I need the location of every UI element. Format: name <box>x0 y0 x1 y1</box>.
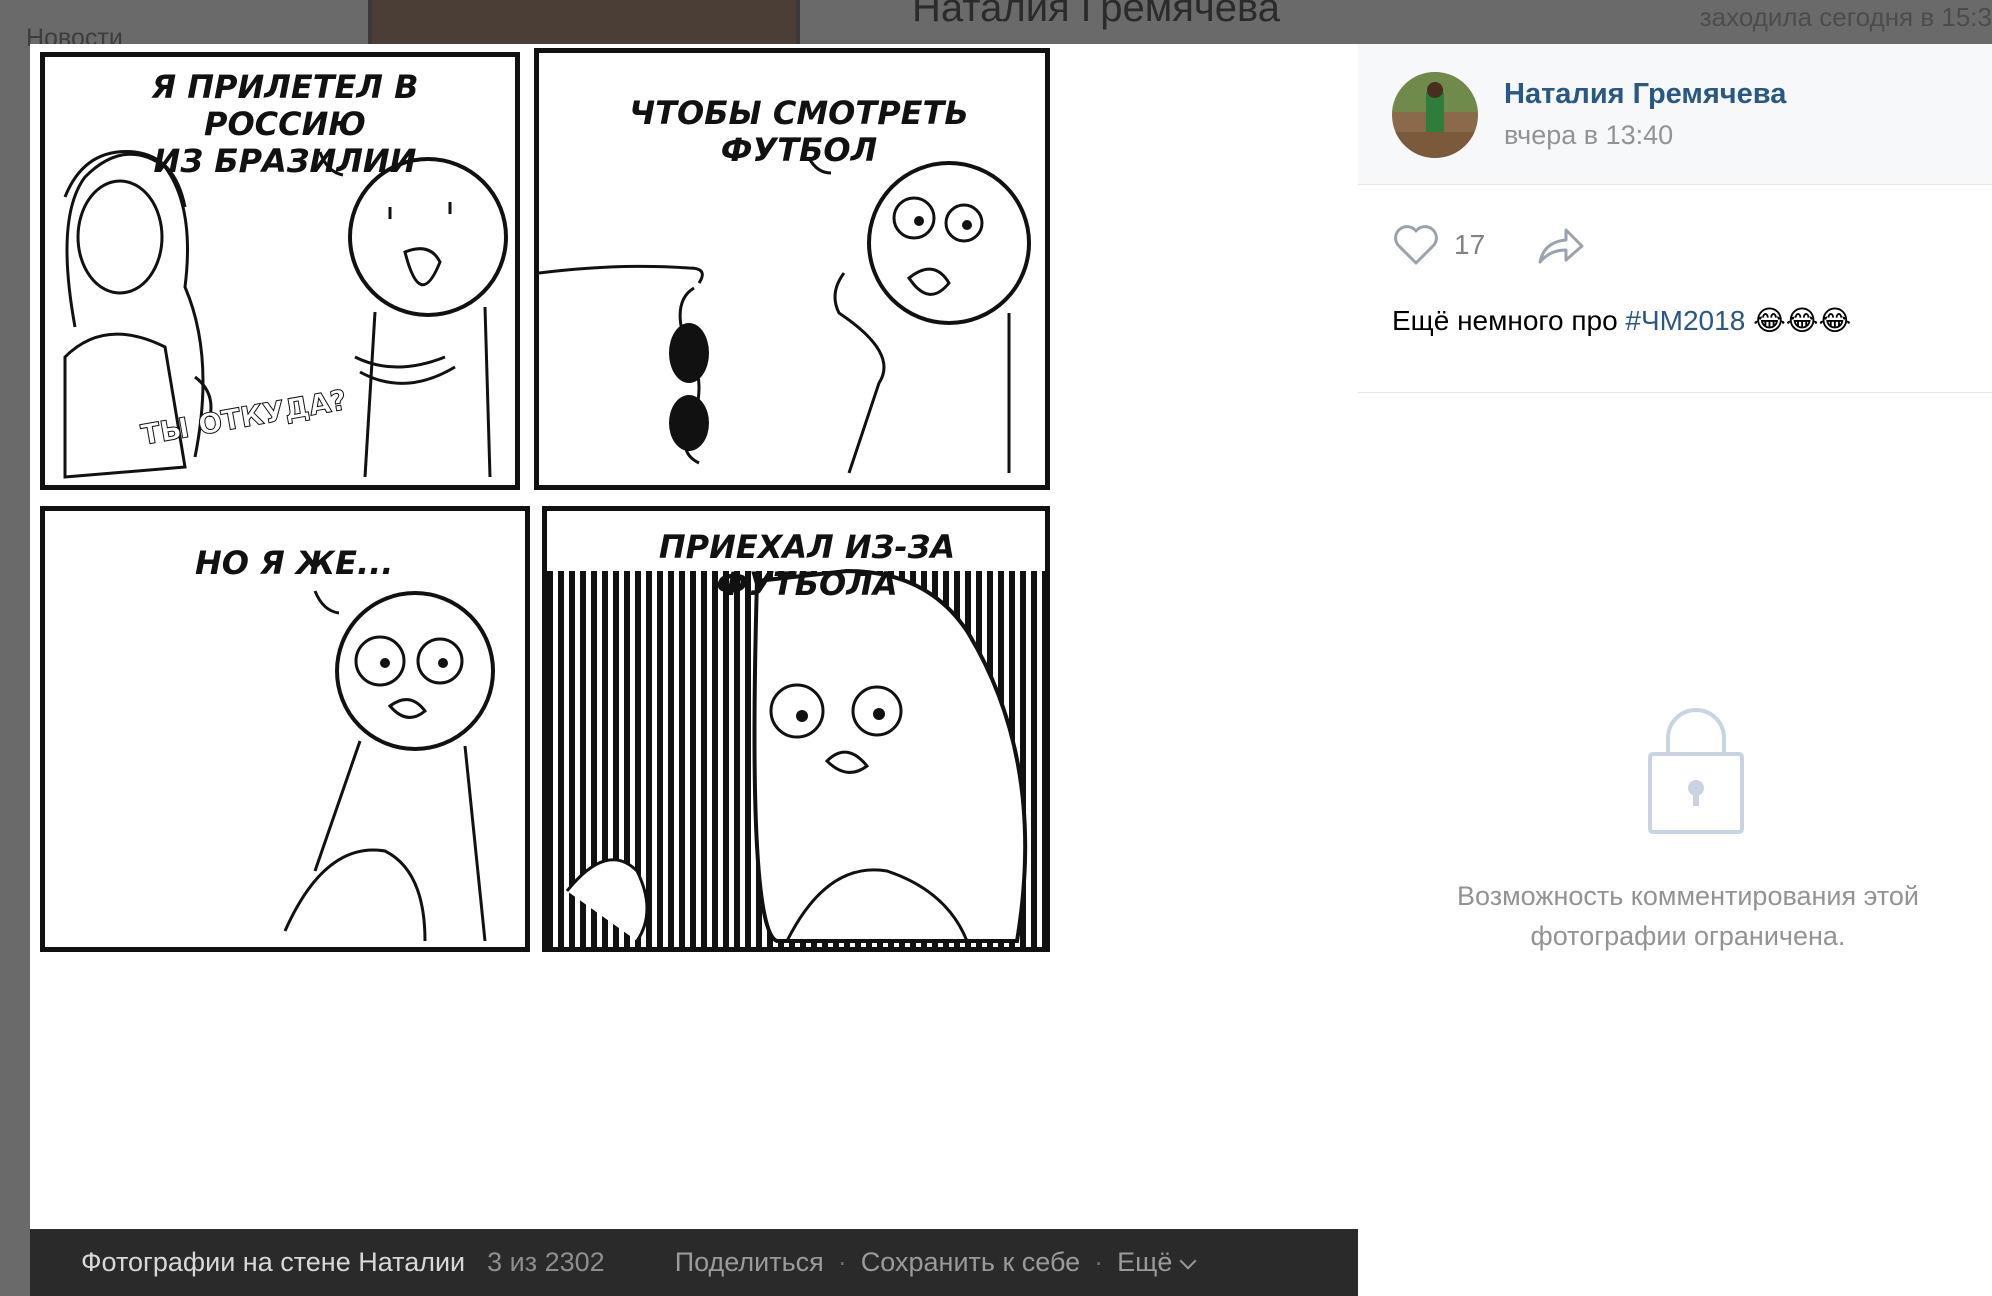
comic-panel-4: ПРИЕХАЛ ИЗ-ЗА ФУТБОЛА <box>542 506 1050 952</box>
last-seen-status: заходила сегодня в 15:3 <box>1699 2 1992 32</box>
panel1-caption: Я ПРИЛЕТЕЛ В РОССИЮ ИЗ БРАЗИЛИИ <box>151 68 419 180</box>
profile-cover-image <box>368 0 800 44</box>
comic-panel-2: ЧТОБЫ СМОТРЕТЬ ФУТБОЛ <box>534 48 1050 490</box>
separator-dot: · <box>1094 1247 1104 1277</box>
hashtag-link[interactable]: #ЧМ2018 <box>1625 305 1745 336</box>
photo[interactable]: Я ПРИЛЕТЕЛ В РОССИЮ ИЗ БРАЗИЛИИ ТЫ ОТКУД… <box>30 44 1358 1229</box>
post-text: Ещё немного про #ЧМ2018 😂😂😂 <box>1392 304 1851 337</box>
footer-actions: Поделиться · Сохранить к себе · Ещё <box>675 1247 1197 1278</box>
share-arrow-icon <box>1538 228 1584 264</box>
chevron-down-icon <box>1179 1252 1197 1270</box>
post-time[interactable]: вчера в 13:40 <box>1504 120 1673 151</box>
panel4-caption: ПРИЕХАЛ ИЗ-ЗА ФУТБОЛА <box>658 528 956 603</box>
save-to-self-action[interactable]: Сохранить к себе <box>861 1247 1080 1278</box>
separator-dot: · <box>837 1247 847 1277</box>
avatar-image <box>1392 72 1478 158</box>
photo-viewer: Я ПРИЛЕТЕЛ В РОССИЮ ИЗ БРАЗИЛИИ ТЫ ОТКУД… <box>30 44 1992 1296</box>
more-dropdown[interactable]: Ещё <box>1117 1247 1197 1278</box>
panel2-caption: ЧТОБЫ СМОТРЕТЬ ФУТБОЛ <box>629 94 969 169</box>
background-profile-name: Наталия Гремячева <box>912 0 1281 30</box>
comments-restricted-message: Возможность комментирования этой фотогра… <box>1457 881 1919 951</box>
author-name-link[interactable]: Наталия Гремячева <box>1504 78 1786 111</box>
panel3-caption: НО Я ЖЕ... <box>195 544 394 582</box>
comic-panel-1: Я ПРИЛЕТЕЛ В РОССИЮ ИЗ БРАЗИЛИИ ТЫ ОТКУД… <box>40 52 520 490</box>
share-action[interactable]: Поделиться <box>675 1247 824 1278</box>
share-button[interactable] <box>1534 224 1586 273</box>
more-label: Ещё <box>1117 1247 1173 1277</box>
photo-footer: Фотографии на стене Наталии 3 из 2302 По… <box>30 1229 1358 1296</box>
like-button[interactable]: 17 <box>1392 224 1485 266</box>
album-title-link[interactable]: Фотографии на стене Наталии <box>81 1247 465 1278</box>
post-header: Наталия Гремячева вчера в 13:40 <box>1358 44 1992 185</box>
photo-counter: 3 из 2302 <box>487 1247 605 1277</box>
divider <box>1358 392 1992 393</box>
post-text-prefix: Ещё немного про <box>1392 305 1626 336</box>
post-info-panel: Наталия Гремячева вчера в 13:40 17 Ещё н… <box>1358 44 1992 1296</box>
like-count: 17 <box>1454 229 1486 260</box>
heart-icon <box>1394 225 1438 265</box>
lock-icon <box>1648 708 1744 834</box>
comic-panel-3: НО Я ЖЕ... <box>40 506 530 952</box>
emoji: 😂😂😂 <box>1753 305 1852 336</box>
avatar[interactable] <box>1392 72 1478 158</box>
